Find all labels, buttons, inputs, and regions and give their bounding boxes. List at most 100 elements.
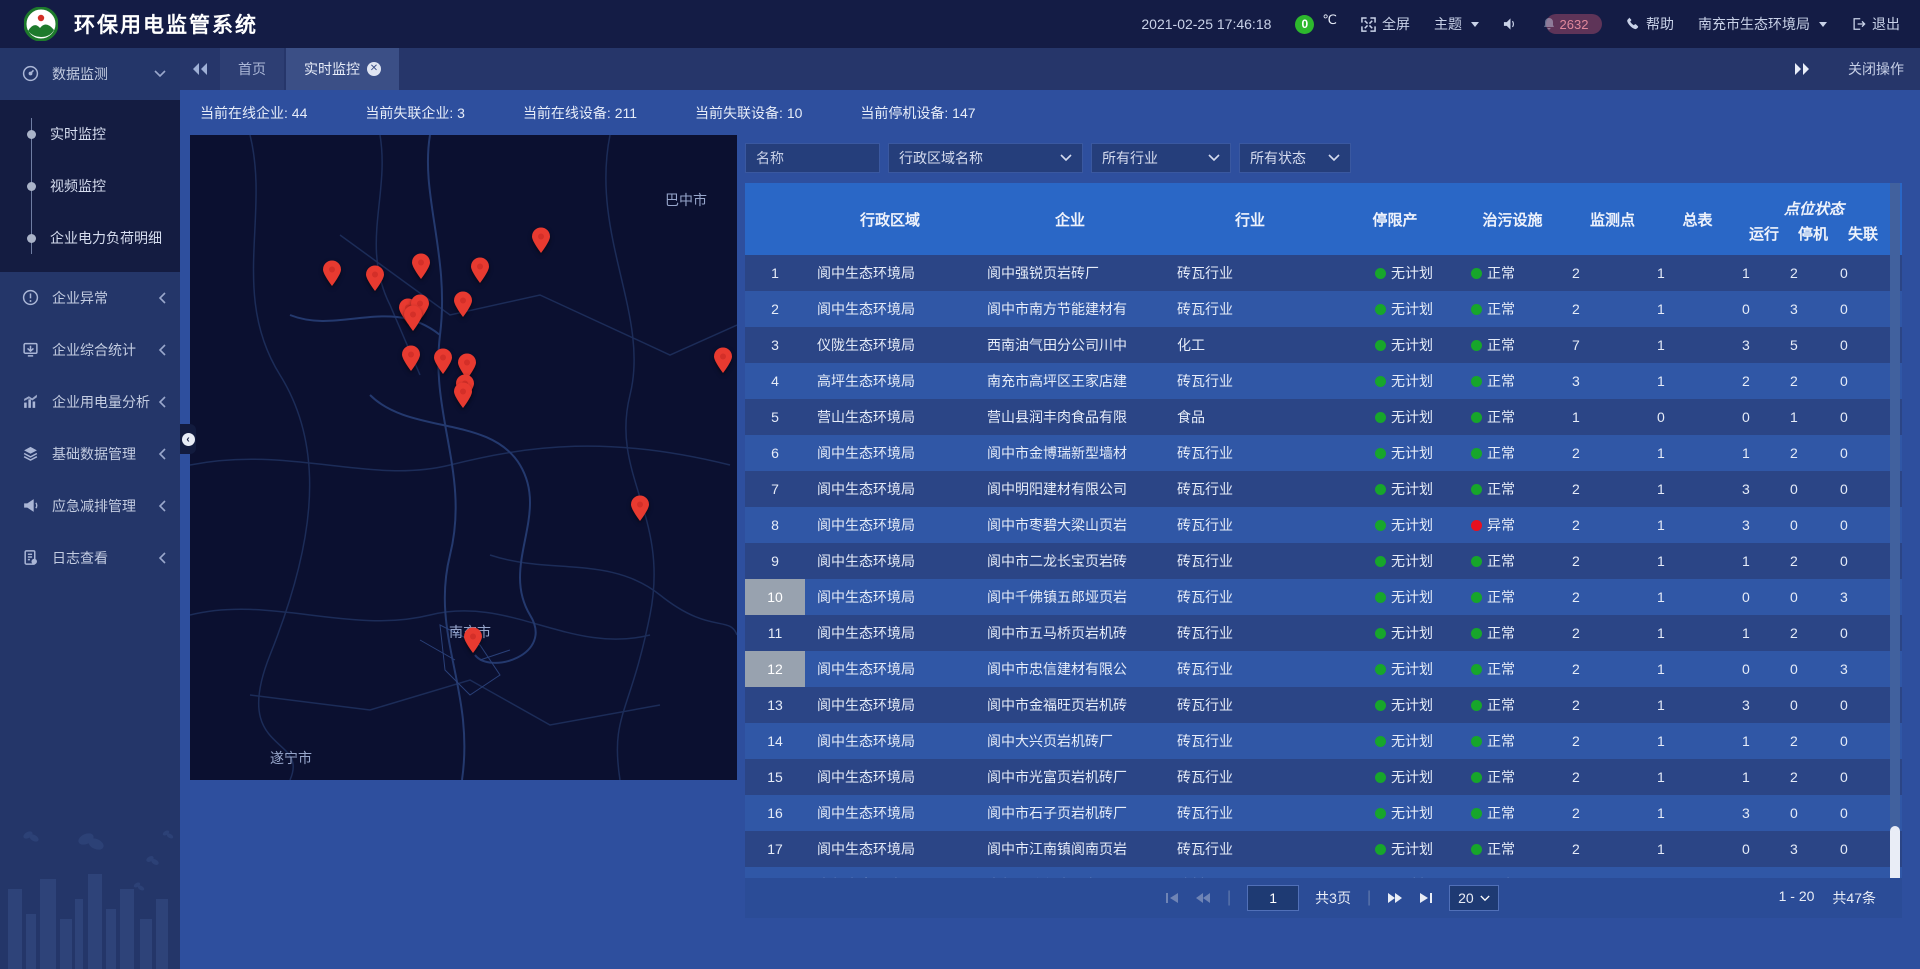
org-menu[interactable]: 南充市生态环境局 — [1698, 14, 1827, 34]
map-pin[interactable] — [433, 348, 453, 380]
cell-region: 阆中生态环境局 — [805, 551, 975, 571]
sidebar-subitem-0-1[interactable]: 视频监控 — [0, 160, 180, 212]
table-row[interactable]: 14阆中生态环境局阆中大兴页岩机砖厂砖瓦行业无计划正常21120 — [745, 723, 1902, 759]
tab-realtime-monitor[interactable]: 实时监控 ✕ — [286, 48, 399, 90]
sidebar-item-6[interactable]: 日志查看 — [0, 532, 180, 584]
cell-industry: 砖瓦行业 — [1165, 443, 1335, 463]
table-row[interactable]: 11阆中生态环境局阆中市五马桥页岩机砖砖瓦行业无计划正常21120 — [745, 615, 1902, 651]
cell-company: 阆中市光富页岩机砖厂 — [975, 767, 1165, 787]
table-row[interactable]: 12阆中生态环境局阆中市忠信建材有限公砖瓦行业无计划正常21003 — [745, 651, 1902, 687]
map-pin[interactable] — [322, 260, 342, 292]
tab-close-icon[interactable]: ✕ — [367, 62, 381, 76]
help-label: 帮助 — [1646, 14, 1674, 34]
last-page-icon[interactable] — [1419, 892, 1433, 904]
status-dot-icon — [1471, 412, 1482, 423]
map-pin[interactable] — [463, 627, 483, 659]
first-page-icon[interactable] — [1165, 892, 1179, 904]
map-pin[interactable] — [411, 253, 431, 285]
tab-home[interactable]: 首页 — [220, 48, 284, 90]
sidebar-item-1[interactable]: 企业异常 — [0, 272, 180, 324]
sidebar-item-5[interactable]: 应急减排管理 — [0, 480, 180, 532]
alert-icon — [22, 289, 40, 307]
cell-offline-count: 0 — [1838, 373, 1888, 389]
cell-region: 阆中生态环境局 — [805, 263, 975, 283]
cell-facility-status: 正常 — [1455, 695, 1570, 715]
table-scrollbar[interactable] — [1890, 183, 1900, 918]
cell-meter-count: 1 — [1655, 697, 1740, 713]
name-filter-input[interactable] — [756, 150, 869, 166]
next-page-icon[interactable] — [1387, 892, 1403, 904]
status-dot-icon — [1375, 484, 1386, 495]
region-filter-select[interactable]: 行政区域名称 — [888, 143, 1083, 173]
tabs-scroll-right-icon[interactable] — [1782, 63, 1822, 75]
table-row[interactable]: 5营山生态环境局营山县润丰肉食品有限食品无计划正常10010 — [745, 399, 1902, 435]
col-run-header: 运行 — [1740, 221, 1788, 255]
cell-offline-count: 0 — [1838, 301, 1888, 317]
sidebar-item-2[interactable]: 企业综合统计 — [0, 324, 180, 376]
tab-bar: 首页 实时监控 ✕ 关闭操作 — [180, 48, 1920, 90]
tabs-scroll-left-icon[interactable] — [180, 48, 220, 90]
logout-button[interactable]: 退出 — [1851, 14, 1900, 34]
map-pin[interactable] — [403, 305, 423, 337]
map-pin[interactable] — [470, 257, 490, 289]
cell-monitor-count: 2 — [1570, 301, 1655, 317]
stat-item-2: 当前在线设备: 211 — [523, 103, 637, 123]
map-pin[interactable] — [453, 382, 473, 414]
table-row[interactable]: 1阆中生态环境局阆中强锐页岩砖厂砖瓦行业无计划正常21120 — [745, 255, 1902, 291]
sidebar-item-4[interactable]: 基础数据管理 — [0, 428, 180, 480]
cell-offline-count: 0 — [1838, 769, 1888, 785]
sidebar-item-3[interactable]: 企业用电量分析 — [0, 376, 180, 428]
map-pin[interactable] — [365, 265, 385, 297]
sidebar-subitem-0-2[interactable]: 企业电力负荷明细 — [0, 212, 180, 264]
table-row[interactable]: 13阆中生态环境局阆中市金福旺页岩机砖砖瓦行业无计划正常21300 — [745, 687, 1902, 723]
table-row[interactable]: 3仪陇生态环境局西南油气田分公司川中化工无计划正常71350 — [745, 327, 1902, 363]
table-row[interactable]: 2阆中生态环境局阆中市南方节能建材有砖瓦行业无计划正常21030 — [745, 291, 1902, 327]
table-row[interactable]: 10阆中生态环境局阆中千佛镇五郎垭页岩砖瓦行业无计划正常21003 — [745, 579, 1902, 615]
theme-label: 主题 — [1434, 14, 1462, 34]
map-pin[interactable] — [453, 291, 473, 323]
cell-offline-count: 0 — [1838, 841, 1888, 857]
fullscreen-button[interactable]: 全屏 — [1361, 14, 1410, 34]
cell-meter-count: 1 — [1655, 265, 1740, 281]
table-row[interactable]: 7阆中生态环境局阆中明阳建材有限公司砖瓦行业无计划正常21300 — [745, 471, 1902, 507]
theme-menu[interactable]: 主题 — [1434, 14, 1479, 34]
table-row[interactable]: 16阆中生态环境局阆中市石子页岩机砖厂砖瓦行业无计划正常21300 — [745, 795, 1902, 831]
map-pin[interactable] — [713, 347, 733, 379]
sidebar-item-0[interactable]: 数据监测 — [0, 48, 180, 100]
cell-industry: 砖瓦行业 — [1165, 803, 1335, 823]
cell-monitor-count: 1 — [1570, 409, 1655, 425]
notifications[interactable]: 2632 — [1542, 14, 1602, 34]
status-dot-icon — [1375, 412, 1386, 423]
table-row[interactable]: 9阆中生态环境局阆中市二龙长宝页岩砖砖瓦行业无计划正常21120 — [745, 543, 1902, 579]
map-pin[interactable] — [531, 227, 551, 259]
map-panel[interactable]: 巴中市南充市遂宁市 — [190, 135, 737, 780]
table-row[interactable]: 18南部生态环境局南部县雅化水泥有限公建材加工无计划正常62060 — [745, 867, 1902, 878]
sidebar-item-label: 基础数据管理 — [52, 444, 136, 464]
sidebar-subitem-label: 企业电力负荷明细 — [50, 228, 162, 248]
status-filter-select[interactable]: 所有状态 — [1239, 143, 1351, 173]
table-row[interactable]: 17阆中生态环境局阆中市江南镇阆南页岩砖瓦行业无计划正常21030 — [745, 831, 1902, 867]
page-size-value: 20 — [1458, 890, 1474, 906]
close-operations-button[interactable]: 关闭操作 — [1848, 59, 1904, 79]
map-pin[interactable] — [401, 345, 421, 377]
cell-company: 营山县润丰肉食品有限 — [975, 407, 1165, 427]
cell-region: 阆中生态环境局 — [805, 767, 975, 787]
table-row[interactable]: 15阆中生态环境局阆中市光富页岩机砖厂砖瓦行业无计划正常21120 — [745, 759, 1902, 795]
page-number-input[interactable] — [1247, 885, 1299, 911]
sound-button[interactable] — [1503, 17, 1518, 31]
page-size-select[interactable]: 20 — [1449, 885, 1499, 911]
cell-index: 16 — [745, 795, 805, 831]
map-pin[interactable] — [630, 495, 650, 527]
sidebar-subitem-0-0[interactable]: 实时监控 — [0, 108, 180, 160]
name-filter — [745, 143, 880, 173]
sidebar-item-label: 应急减排管理 — [52, 496, 136, 516]
sidebar-collapse-handle[interactable]: ‹ — [180, 424, 196, 454]
cell-limit-status: 无计划 — [1335, 839, 1455, 859]
prev-page-icon[interactable] — [1195, 892, 1211, 904]
table-row[interactable]: 8阆中生态环境局阆中市枣碧大梁山页岩砖瓦行业无计划异常21300 — [745, 507, 1902, 543]
industry-filter-select[interactable]: 所有行业 — [1091, 143, 1231, 173]
cell-region: 阆中生态环境局 — [805, 443, 975, 463]
table-row[interactable]: 6阆中生态环境局阆中市金博瑞新型墙材砖瓦行业无计划正常21120 — [745, 435, 1902, 471]
help-button[interactable]: 帮助 — [1626, 14, 1674, 34]
table-row[interactable]: 4高坪生态环境局南充市高坪区王家店建砖瓦行业无计划正常31220 — [745, 363, 1902, 399]
